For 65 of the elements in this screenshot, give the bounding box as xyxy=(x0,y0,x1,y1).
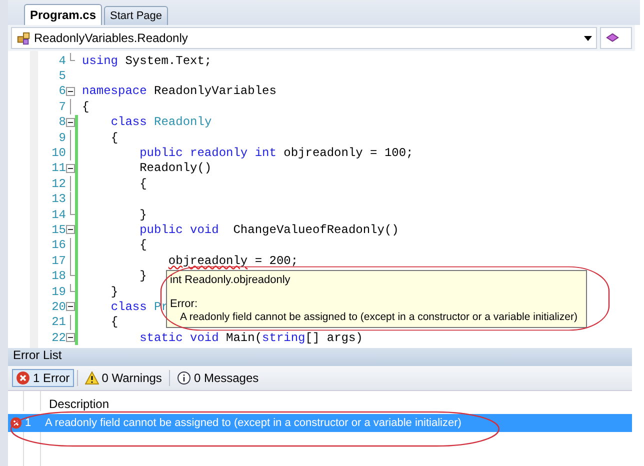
line-number: 5 xyxy=(58,69,66,84)
error-icon xyxy=(10,417,22,429)
line-number: 11 xyxy=(50,161,66,176)
code-line: public readonly int objreadonly = 100; xyxy=(138,146,414,160)
filter-button[interactable]: 0 Warnings xyxy=(80,369,166,387)
code-line: { xyxy=(110,130,118,145)
code-line: public void ChangeValueofReadonly() xyxy=(138,222,399,237)
code-line: } xyxy=(110,284,118,299)
line-number: 13 xyxy=(50,192,66,206)
code-line: { xyxy=(138,238,147,252)
collapse-icon[interactable] xyxy=(66,118,75,127)
column-header[interactable]: Description xyxy=(41,397,110,411)
info-icon xyxy=(176,371,191,385)
filter-button[interactable]: 1 Error xyxy=(12,369,74,387)
fold-line-icon xyxy=(70,99,71,115)
error-description: A readonly field cannot be assigned to (except in a constructor or a variable initializer) xyxy=(44,417,462,429)
document-tab[interactable]: Start Page xyxy=(104,6,168,25)
line-number: 10 xyxy=(50,146,66,160)
tooltip-message: A readonly field cannot be assigned to (except in a constructor or a variable initializer) xyxy=(179,311,578,324)
line-number: 4 xyxy=(58,54,66,68)
collapse-icon[interactable] xyxy=(66,164,75,173)
line-number: 17 xyxy=(50,254,66,268)
member-dropdown[interactable] xyxy=(600,27,632,49)
caret-icon xyxy=(584,36,592,40)
row-number: 1 xyxy=(24,417,32,429)
warning-icon xyxy=(84,371,99,385)
collapse-icon[interactable] xyxy=(66,302,75,312)
code-line: objreadonly = 200; xyxy=(167,254,298,268)
line-number: 12 xyxy=(50,176,66,191)
tooltip-signature: int Readonly.objreadonly xyxy=(170,274,292,287)
code-line: static void Main(string[] args) xyxy=(138,330,363,345)
collapse-icon[interactable] xyxy=(66,225,75,234)
line-number: 9 xyxy=(58,130,66,145)
class-icon xyxy=(16,30,31,46)
code-line: { xyxy=(138,176,147,191)
fold-end-icon xyxy=(70,206,75,215)
document-tab[interactable]: Program.cs xyxy=(24,4,102,25)
line-number: 15 xyxy=(50,222,66,237)
error-icon xyxy=(16,371,30,385)
line-number: 18 xyxy=(50,269,66,284)
line-number: 6 xyxy=(58,84,66,98)
line-number: 21 xyxy=(50,315,66,330)
panel-title: Error List xyxy=(8,348,632,366)
tooltip-label: Error: xyxy=(170,298,198,311)
collapse-icon[interactable] xyxy=(66,86,75,96)
line-number: 22 xyxy=(50,330,66,345)
fold-end-icon xyxy=(70,53,75,61)
type-dropdown[interactable]: ReadonlyVariables.Readonly xyxy=(11,27,597,49)
code-line: } xyxy=(138,269,147,284)
code-line: { xyxy=(110,315,118,330)
code-line: } xyxy=(138,208,147,222)
line-number: 16 xyxy=(50,238,66,252)
line-number: 19 xyxy=(50,284,66,299)
fold-line-icon xyxy=(70,314,71,330)
code-line: Readonly() xyxy=(138,161,212,176)
code-line: { xyxy=(82,100,90,114)
line-number: 14 xyxy=(50,208,66,222)
line-number: 8 xyxy=(58,115,66,130)
filter-button[interactable]: 0 Messages xyxy=(172,369,263,387)
line-number: 7 xyxy=(58,100,66,114)
collapse-icon[interactable] xyxy=(66,333,75,342)
line-number: 20 xyxy=(50,300,66,314)
code-line: class Readonly xyxy=(110,115,212,130)
code-line: using System.Text; xyxy=(82,54,212,68)
code-line: namespace ReadonlyVariables xyxy=(82,84,276,98)
